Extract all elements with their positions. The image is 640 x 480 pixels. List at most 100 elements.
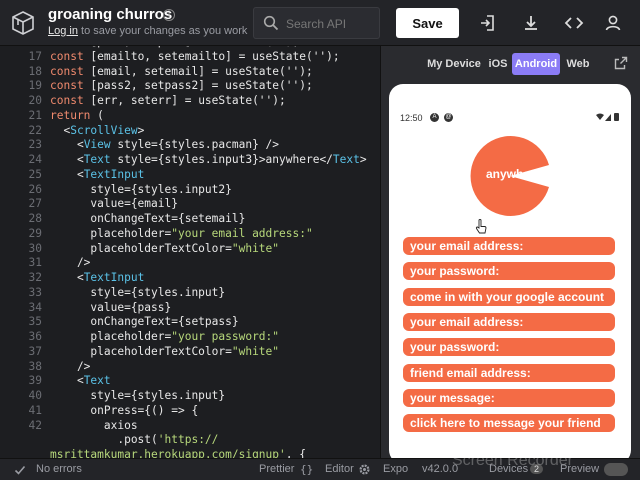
code-line[interactable]: <ScrollView> xyxy=(50,124,144,137)
code-line[interactable]: const [pass2, setpass2] = useState(''); xyxy=(50,79,313,92)
code-line[interactable]: const [pass, setpass] = useState(''); xyxy=(50,46,299,48)
expo-button[interactable]: Expo xyxy=(383,463,408,475)
gear-icon[interactable] xyxy=(358,463,371,476)
form-field[interactable]: your email address: xyxy=(403,312,615,331)
popout-icon[interactable] xyxy=(614,56,628,70)
login-link[interactable]: Log in xyxy=(48,25,78,37)
notification-icon: @ xyxy=(444,113,453,122)
form-field[interactable]: click here to message your friend xyxy=(403,414,615,433)
line-number: 28 xyxy=(28,212,42,225)
tab-my-device[interactable]: My Device xyxy=(424,53,484,75)
form-field[interactable]: come in with your google account xyxy=(403,287,615,306)
save-button[interactable]: Save xyxy=(396,8,459,38)
line-number: 41 xyxy=(28,403,42,417)
code-line[interactable]: const [email, setemail] = useState(''); xyxy=(50,65,313,78)
code-line[interactable]: msrittamkumar.herokuapp.com/signup', { xyxy=(50,448,306,458)
form-field[interactable]: your message: xyxy=(403,388,615,407)
code-token: style={styles.input} xyxy=(50,389,226,402)
line-number: 17 xyxy=(28,49,42,63)
prettier-button[interactable]: Prettier xyxy=(259,463,294,475)
user-icon[interactable] xyxy=(603,13,623,33)
code-token: < xyxy=(50,123,71,137)
code-line[interactable]: placeholderTextColor="white" xyxy=(50,345,279,358)
code-line[interactable]: const [emailto, setemailto] = useState('… xyxy=(50,50,340,63)
form-field[interactable]: your email address: xyxy=(403,237,615,255)
search-icon xyxy=(263,15,279,31)
code-token: placeholderTextColor= xyxy=(50,344,232,358)
line-number: 24 xyxy=(28,153,42,166)
code-line[interactable]: value={pass} xyxy=(50,301,171,314)
code-line[interactable]: placeholderTextColor="white" xyxy=(50,242,279,255)
code-line[interactable]: style={styles.input} xyxy=(50,389,225,402)
code-line[interactable]: const [err, seterr] = useState(''); xyxy=(50,94,286,107)
code-token: View xyxy=(83,138,111,152)
embed-icon[interactable] xyxy=(564,13,584,33)
code-token: placeholderTextColor= xyxy=(50,241,232,255)
code-token: [email, setemail] = useState(''); xyxy=(83,64,313,78)
code-line[interactable]: onChangeText={setpass} xyxy=(50,315,238,328)
code-line[interactable]: style={styles.input2} xyxy=(50,183,231,196)
status-time: 12:50 xyxy=(400,113,423,123)
tab-android[interactable]: Android xyxy=(512,53,560,75)
code-line[interactable]: placeholder="your email address:" xyxy=(50,226,312,240)
code-token: const xyxy=(50,79,84,93)
notification-icon: A xyxy=(430,113,439,122)
line-number: 21 xyxy=(28,108,42,122)
code-token: placeholder= xyxy=(50,226,172,240)
code-line[interactable]: /> xyxy=(50,360,90,373)
code-token: style={styles.pacman} /> xyxy=(110,138,280,152)
code-line[interactable]: <Text xyxy=(50,374,111,387)
code-token: < xyxy=(50,153,84,166)
tab-web[interactable]: Web xyxy=(562,53,594,75)
download-icon[interactable] xyxy=(521,13,541,33)
code-line[interactable]: value={email} xyxy=(50,197,178,210)
search-box[interactable] xyxy=(253,7,380,39)
search-input[interactable] xyxy=(286,15,376,33)
code-line[interactable]: <Text style={styles.input3}>anywhere</Te… xyxy=(50,153,367,166)
code-token: > xyxy=(359,153,367,166)
form-field[interactable]: friend email address: xyxy=(403,363,615,382)
code-line[interactable]: placeholder="your password:" xyxy=(50,330,279,343)
code-token: < xyxy=(50,271,84,284)
code-line[interactable]: <TextInput xyxy=(50,168,144,181)
code-token: return xyxy=(50,108,91,122)
code-token: < xyxy=(50,138,84,152)
code-token: ( xyxy=(90,108,104,122)
line-number: 37 xyxy=(28,344,42,358)
code-editor[interactable]: 16 const [pass, setpass] = useState(''); 1… xyxy=(0,46,380,458)
code-line[interactable]: onPress={() => { xyxy=(50,404,198,417)
check-icon xyxy=(14,465,26,475)
code-token: .post( xyxy=(50,433,158,447)
code-token: "your password:" xyxy=(171,330,280,343)
tab-ios[interactable]: iOS xyxy=(486,53,510,75)
code-line[interactable]: /> xyxy=(50,256,90,269)
code-line[interactable]: <View style={styles.pacman} /> xyxy=(50,138,279,151)
code-line[interactable]: <TextInput xyxy=(50,271,144,284)
form-field[interactable]: your password: xyxy=(403,262,615,281)
snack-logo-icon[interactable] xyxy=(10,10,36,36)
errors-status[interactable]: No errors xyxy=(36,463,82,475)
code-line[interactable]: onChangeText={setemail} xyxy=(50,212,245,225)
line-number: 18 xyxy=(28,64,42,78)
preview-switch[interactable] xyxy=(604,463,628,476)
form-field[interactable]: your password: xyxy=(403,338,615,357)
code-token: [pass2, setpass2] = useState(''); xyxy=(83,79,313,93)
line-number: 30 xyxy=(28,241,42,255)
info-icon[interactable]: i xyxy=(163,9,175,21)
line-number: 32 xyxy=(28,271,42,284)
signal-battery-icon xyxy=(596,113,619,121)
code-line[interactable]: return ( xyxy=(50,109,104,122)
code-token: "white" xyxy=(231,241,280,255)
code-token: const xyxy=(50,46,84,48)
code-token: Text xyxy=(332,153,360,166)
code-line[interactable]: .post('https:// xyxy=(50,433,218,446)
code-token: ScrollView xyxy=(70,123,138,137)
line-number: 26 xyxy=(28,182,42,196)
editor-button[interactable]: Editor xyxy=(325,463,354,475)
code-token: value={email} xyxy=(50,197,178,211)
project-title[interactable]: groaning churros xyxy=(48,6,172,23)
code-line[interactable]: axios xyxy=(50,419,138,432)
code-line[interactable]: style={styles.input} xyxy=(50,286,225,299)
code-token: placeholder= xyxy=(50,330,172,343)
login-icon[interactable] xyxy=(478,13,498,33)
